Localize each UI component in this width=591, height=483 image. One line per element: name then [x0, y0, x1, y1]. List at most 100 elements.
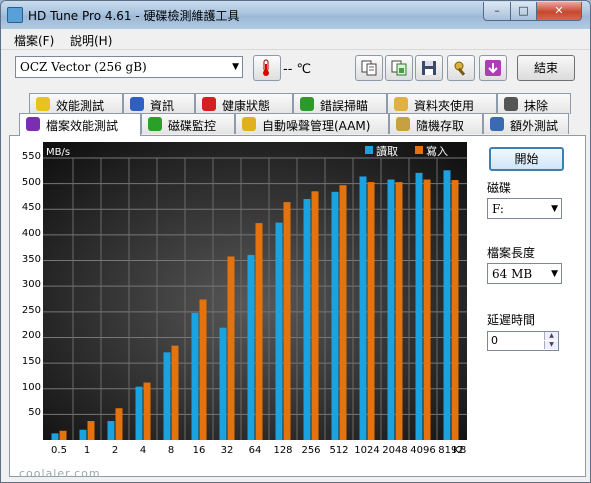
tab-info[interactable]: 資訊	[123, 93, 195, 114]
y-tick-label: 200	[21, 330, 41, 342]
bar-read	[331, 191, 339, 440]
copy-screenshot-button[interactable]	[385, 55, 413, 81]
tab-aam[interactable]: 自動噪聲管理(AAM)	[235, 113, 389, 134]
tab-label: 效能測試	[56, 99, 105, 113]
exit-button[interactable]: 結束	[517, 55, 575, 81]
disk-label: 磁碟	[487, 181, 512, 195]
bar-read	[415, 172, 423, 440]
start-button[interactable]: 開始	[489, 147, 564, 171]
tab-benchmark[interactable]: 效能測試	[29, 93, 123, 114]
menu-bar: 檔案(F) 說明(H)	[1, 29, 590, 50]
bar-write	[255, 223, 263, 440]
delay-spinner[interactable]: 0 ▲ ▼	[487, 331, 559, 351]
download-button[interactable]	[479, 55, 507, 81]
chevron-down-icon: ▼	[551, 204, 558, 214]
delay-value: 0	[491, 334, 498, 347]
tab-label: 自動噪聲管理(AAM)	[262, 119, 371, 133]
copy-icon	[361, 60, 377, 76]
tab-label: 磁碟監控	[168, 119, 217, 133]
delay-label: 延遲時間	[487, 313, 536, 327]
y-tick-label: 500	[21, 176, 41, 188]
extra-icon	[490, 117, 504, 131]
tab-folder-usage[interactable]: 資料夾使用	[387, 93, 497, 114]
bar-read	[51, 433, 59, 440]
bar-write	[367, 182, 375, 440]
tab-label: 錯誤掃瞄	[320, 99, 369, 113]
y-tick-label: 100	[21, 381, 41, 393]
tab-strip: 效能測試 資訊 健康狀態 錯誤掃瞄 資料夾使用 抹除檔案效能測試 磁碟監控 自動噪聲管理(AA…	[1, 91, 590, 136]
copy-text-button[interactable]	[355, 55, 383, 81]
bar-write	[451, 180, 459, 440]
y-tick-label: 400	[21, 227, 41, 239]
menu-file[interactable]: 檔案(F)	[14, 32, 54, 49]
temperature-readout: -- ℃	[283, 62, 312, 77]
bar-write	[143, 382, 151, 440]
spin-down-icon[interactable]: ▼	[544, 341, 558, 349]
tab-label: 檔案效能測試	[46, 119, 119, 133]
bulb-icon	[36, 97, 50, 111]
maximize-button[interactable]: □	[510, 2, 537, 21]
y-tick-label: 550	[21, 151, 41, 162]
thermometer-button[interactable]	[253, 55, 281, 81]
y-axis-unit: MB/s	[46, 147, 70, 158]
bar-write	[339, 185, 347, 440]
tab-health[interactable]: 健康狀態	[195, 93, 293, 114]
monitor-icon	[148, 117, 162, 131]
menu-help[interactable]: 說明(H)	[70, 32, 112, 49]
tab-label: 抹除	[524, 99, 549, 113]
minimize-button[interactable]: –	[483, 2, 511, 21]
close-button[interactable]: ✕	[536, 2, 582, 21]
bar-write	[227, 256, 235, 440]
tab-disk-monitor[interactable]: 磁碟監控	[141, 113, 235, 134]
y-tick-label: 150	[21, 356, 41, 368]
down-arrow-icon	[485, 60, 501, 76]
folder-icon	[394, 97, 408, 111]
erase-icon	[504, 97, 518, 111]
file-benchmark-chart: 讀取 寫入 MB/s	[43, 142, 467, 440]
file-length-label: 檔案長度	[487, 246, 536, 260]
sound-icon	[242, 117, 256, 131]
legend-swatch	[365, 146, 373, 154]
tab-error-scan[interactable]: 錯誤掃瞄	[293, 93, 387, 114]
window-title: HD Tune Pro 4.61 - 硬碟檢測維護工具	[28, 9, 240, 23]
spin-up-icon[interactable]: ▲	[544, 332, 558, 340]
bar-write	[87, 421, 95, 440]
y-tick-label: 450	[21, 202, 41, 214]
bar-read	[163, 352, 171, 440]
file-length-select[interactable]: 64 MB ▼	[487, 263, 562, 284]
bar-read	[219, 327, 227, 440]
health-icon	[202, 97, 216, 111]
plot-area	[43, 142, 467, 440]
tab-label: 資訊	[150, 99, 175, 113]
options-button[interactable]	[447, 55, 475, 81]
drive-select[interactable]: OCZ Vector (256 gB) ▼	[15, 56, 243, 78]
bar-write	[171, 345, 179, 440]
tab-extra-tests[interactable]: 額外測試	[483, 113, 569, 134]
floppy-disk-icon	[422, 61, 436, 75]
legend-label-read: 讀取	[376, 144, 398, 158]
x-axis-unit: KB	[453, 445, 467, 456]
bar-read	[443, 170, 451, 440]
bar-read	[275, 222, 283, 440]
app-window: HD Tune Pro 4.61 - 硬碟檢測維護工具 – □ ✕ 檔案(F) …	[0, 0, 591, 483]
tab-label: 資料夾使用	[414, 99, 475, 113]
tab-file-benchmark[interactable]: 檔案效能測試	[19, 113, 141, 136]
bar-write	[59, 430, 67, 440]
bar-write	[283, 202, 291, 440]
bar-read	[247, 254, 255, 440]
copy-image-icon	[391, 60, 407, 76]
bar-write	[311, 191, 319, 440]
disk-select[interactable]: F: ▼	[487, 198, 562, 219]
tools-icon	[454, 61, 466, 76]
bar-read	[359, 176, 367, 440]
drive-select-value: OCZ Vector (256 gB)	[20, 60, 147, 74]
tab-label: 隨機存取	[416, 119, 465, 133]
tab-erase[interactable]: 抹除	[497, 93, 571, 114]
tab-random-access[interactable]: 隨機存取	[389, 113, 483, 134]
bar-write	[395, 182, 403, 440]
filebench-icon	[26, 117, 40, 131]
random-icon	[396, 117, 410, 131]
thermometer-icon	[263, 59, 269, 76]
y-tick-label: 350	[21, 253, 41, 265]
save-button[interactable]	[415, 55, 443, 81]
